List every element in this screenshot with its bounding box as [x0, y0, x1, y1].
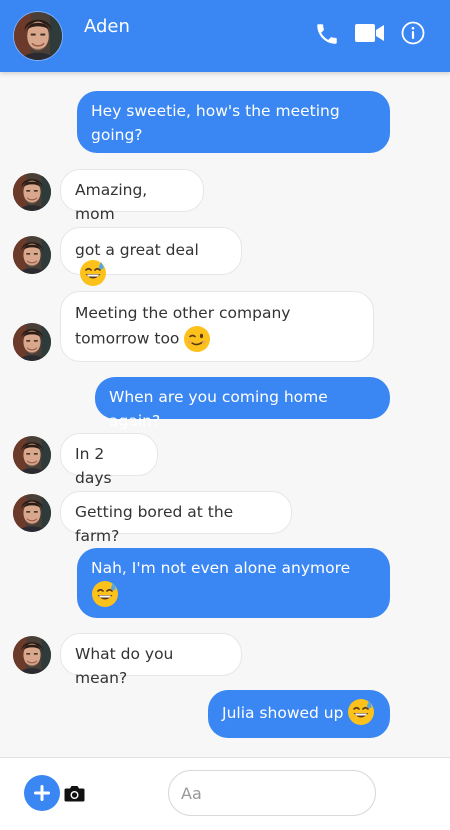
message-bubble-outgoing[interactable]: When are you coming home again? — [95, 377, 390, 430]
message-text: got a great deal — [75, 241, 199, 259]
message-text: When are you coming home again? — [109, 388, 333, 430]
contact-avatar — [13, 323, 51, 361]
message-text: Hey sweetie, how's the meeting going? — [91, 102, 345, 144]
message-text: Nah, I'm not even alone anymore — [91, 559, 351, 577]
winking-emoji-icon — [183, 325, 211, 353]
chat-header: Aden — [0, 0, 450, 72]
message-bubble-incoming[interactable]: What do you mean? — [60, 633, 242, 687]
message-bubble-incoming[interactable]: got a great deal — [60, 227, 242, 275]
message-bubble-incoming[interactable]: Getting bored at the farm? — [60, 491, 292, 545]
grinning-sweat-emoji-icon — [79, 259, 107, 287]
plus-icon — [34, 785, 50, 801]
info-icon[interactable] — [401, 21, 425, 45]
composer-bar — [0, 757, 450, 830]
camera-icon[interactable] — [64, 785, 85, 802]
message-text: Getting bored at the farm? — [75, 503, 239, 545]
contact-avatar — [13, 494, 51, 532]
phone-icon[interactable] — [314, 21, 340, 47]
contact-avatar — [13, 636, 51, 674]
contact-avatar — [13, 236, 51, 274]
message-bubble-outgoing[interactable]: Nah, I'm not even alone anymore — [77, 548, 390, 618]
message-bubble-incoming[interactable]: Meeting the other company tomorrow too — [60, 291, 374, 362]
contact-avatar[interactable] — [14, 12, 62, 60]
video-camera-icon[interactable] — [355, 23, 385, 43]
contact-name[interactable]: Aden — [84, 16, 130, 38]
contact-avatar — [13, 436, 51, 474]
message-bubble-incoming[interactable]: In 2 days — [60, 433, 158, 487]
grinning-sweat-emoji-icon — [347, 698, 375, 726]
add-attachment-button[interactable] — [24, 775, 60, 811]
message-bubble-outgoing[interactable]: Julia showed up — [208, 690, 390, 738]
contact-avatar — [13, 173, 51, 211]
message-list[interactable]: Hey sweetie, how's the meeting going? Am… — [0, 72, 450, 757]
message-bubble-incoming[interactable]: Amazing, mom — [60, 169, 204, 223]
message-text: Amazing, mom — [75, 181, 153, 223]
grinning-sweat-emoji-icon — [91, 580, 119, 608]
message-text: Julia showed up — [222, 704, 344, 722]
message-text: In 2 days — [75, 445, 112, 487]
message-text: What do you mean? — [75, 645, 179, 687]
message-bubble-outgoing[interactable]: Hey sweetie, how's the meeting going? — [77, 91, 390, 153]
message-input[interactable] — [168, 770, 376, 816]
